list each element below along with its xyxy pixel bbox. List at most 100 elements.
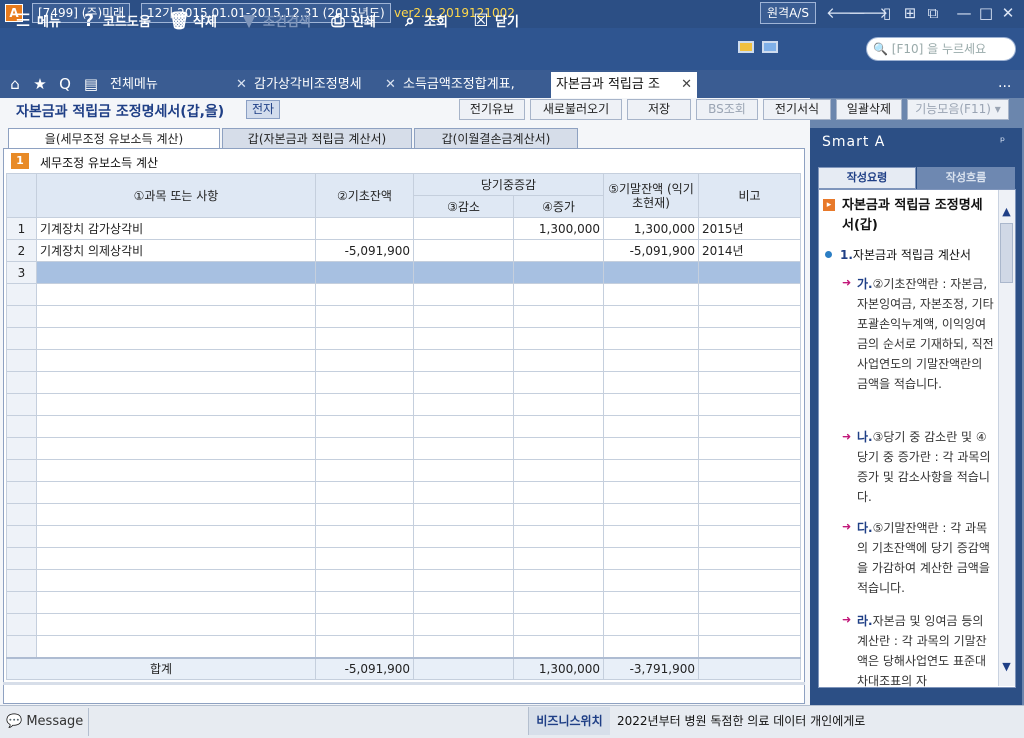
cell-decrease[interactable]	[413, 305, 514, 328]
cell-decrease[interactable]	[413, 415, 514, 438]
menu-search-input[interactable]: 🔍 [F10] 을 누르세요	[866, 37, 1016, 61]
cell-decrease[interactable]	[413, 613, 514, 636]
cell-increase[interactable]	[513, 459, 604, 482]
cell-decrease[interactable]	[413, 459, 514, 482]
cell-note[interactable]	[698, 635, 801, 658]
scrollbar-thumb[interactable]	[1000, 223, 1013, 283]
cell-end[interactable]	[603, 371, 699, 394]
table-row[interactable]	[6, 283, 801, 306]
table-row[interactable]	[6, 349, 801, 372]
cell-end[interactable]	[603, 437, 699, 460]
cell-decrease[interactable]	[413, 283, 514, 306]
cell-end[interactable]	[603, 481, 699, 504]
tab-capital-reserve[interactable]: 자본금과 적립금 조 ✕	[551, 72, 697, 98]
horizontal-scrollbar[interactable]	[3, 682, 805, 685]
cell-decrease[interactable]	[413, 525, 514, 548]
electronic-badge[interactable]: 전자	[246, 100, 280, 119]
table-row[interactable]	[6, 459, 801, 482]
cell-decrease[interactable]	[413, 481, 514, 504]
cell-subject[interactable]	[36, 327, 316, 350]
cell-begin[interactable]	[315, 547, 414, 570]
tab-close-icon[interactable]: ✕	[681, 72, 692, 98]
prior-form-button[interactable]: 전기서식	[763, 99, 831, 120]
reload-button[interactable]: 새로불러오기	[530, 99, 622, 120]
cell-begin[interactable]: -5,091,900	[315, 239, 414, 262]
tab-depreciation[interactable]: ✕ 감가상각비조정명세	[236, 73, 362, 97]
cell-decrease[interactable]	[413, 437, 514, 460]
remote-support-button[interactable]: 원격A/S	[760, 2, 816, 24]
table-row[interactable]	[6, 327, 801, 350]
cell-subject[interactable]	[36, 305, 316, 328]
cell-note[interactable]	[698, 437, 801, 460]
cell-note[interactable]	[698, 481, 801, 504]
cell-begin[interactable]	[315, 305, 414, 328]
table-row[interactable]: 2 기계장치 의제상각비 -5,091,900 -5,091,900 2014년	[6, 239, 801, 262]
cell-decrease[interactable]	[413, 503, 514, 526]
tab-gap-capital[interactable]: 갑(자본금과 적립금 계산서)	[222, 128, 412, 149]
table-row[interactable]	[6, 503, 801, 526]
cell-decrease[interactable]	[413, 371, 514, 394]
cell-end[interactable]: 1,300,000	[603, 217, 699, 240]
table-row[interactable]	[6, 481, 801, 504]
cell-note[interactable]	[698, 569, 801, 592]
cell-increase[interactable]	[513, 481, 604, 504]
cell-begin[interactable]	[315, 481, 414, 504]
cell-decrease[interactable]	[413, 239, 514, 262]
cell-end[interactable]	[603, 547, 699, 570]
maximize-icon[interactable]: □	[977, 4, 995, 22]
cell-note[interactable]	[698, 327, 801, 350]
cell-begin[interactable]	[315, 327, 414, 350]
print-button[interactable]: ⎙ 인쇄	[327, 8, 376, 34]
delete-button[interactable]: 🗑 삭제	[168, 8, 217, 34]
cell-subject[interactable]: 기계장치 의제상각비	[36, 239, 316, 262]
cell-decrease[interactable]	[413, 569, 514, 592]
lookup-button[interactable]: ⌕ 조회	[399, 8, 448, 34]
table-row[interactable]	[6, 415, 801, 438]
cell-subject[interactable]	[36, 547, 316, 570]
cell-note[interactable]	[698, 547, 801, 570]
table-row[interactable]	[6, 547, 801, 570]
save-button[interactable]: 저장	[627, 99, 691, 120]
cell-end[interactable]	[603, 503, 699, 526]
cell-begin[interactable]	[315, 415, 414, 438]
cell-note[interactable]: 2015년	[698, 217, 801, 240]
cell-begin[interactable]	[315, 371, 414, 394]
forward-arrow-icon[interactable]: 🡒	[848, 4, 888, 22]
cell-begin[interactable]	[315, 437, 414, 460]
cell-end[interactable]	[603, 459, 699, 482]
cell-begin[interactable]	[315, 217, 414, 240]
cell-increase[interactable]	[513, 305, 604, 328]
close-window-button[interactable]: ☒ 닫기	[470, 8, 519, 34]
table-row[interactable]	[6, 437, 801, 460]
cell-note[interactable]	[698, 613, 801, 636]
cell-note[interactable]	[698, 415, 801, 438]
menu-button[interactable]: ☰ 메뉴	[12, 8, 61, 34]
cell-begin[interactable]	[315, 613, 414, 636]
layout-icon-1[interactable]	[738, 41, 754, 53]
cell-subject[interactable]: 기계장치 감가상각비	[36, 217, 316, 240]
cell-increase[interactable]	[513, 371, 604, 394]
tab-income-adjust[interactable]: ✕ 소득금액조정합계표,	[385, 73, 515, 97]
cell-begin[interactable]	[315, 459, 414, 482]
cell-subject[interactable]	[36, 437, 316, 460]
quick-search-icon[interactable]: Q	[54, 74, 76, 94]
table-row[interactable]: 3	[6, 261, 801, 284]
cell-note[interactable]	[698, 371, 801, 394]
cell-note[interactable]	[698, 503, 801, 526]
cell-increase[interactable]	[513, 393, 604, 416]
table-row[interactable]	[6, 591, 801, 614]
cell-end[interactable]	[603, 591, 699, 614]
table-row[interactable]	[6, 371, 801, 394]
cell-increase[interactable]	[513, 349, 604, 372]
cell-subject[interactable]	[36, 371, 316, 394]
cell-subject[interactable]	[36, 261, 316, 284]
cell-decrease[interactable]	[413, 591, 514, 614]
cell-note[interactable]	[698, 305, 801, 328]
cell-increase[interactable]	[513, 503, 604, 526]
cell-increase[interactable]	[513, 415, 604, 438]
table-row[interactable]	[6, 635, 801, 658]
bs-lookup-button[interactable]: BS조회	[696, 99, 758, 120]
cell-note[interactable]	[698, 525, 801, 548]
cell-end[interactable]	[603, 525, 699, 548]
cell-begin[interactable]	[315, 635, 414, 658]
